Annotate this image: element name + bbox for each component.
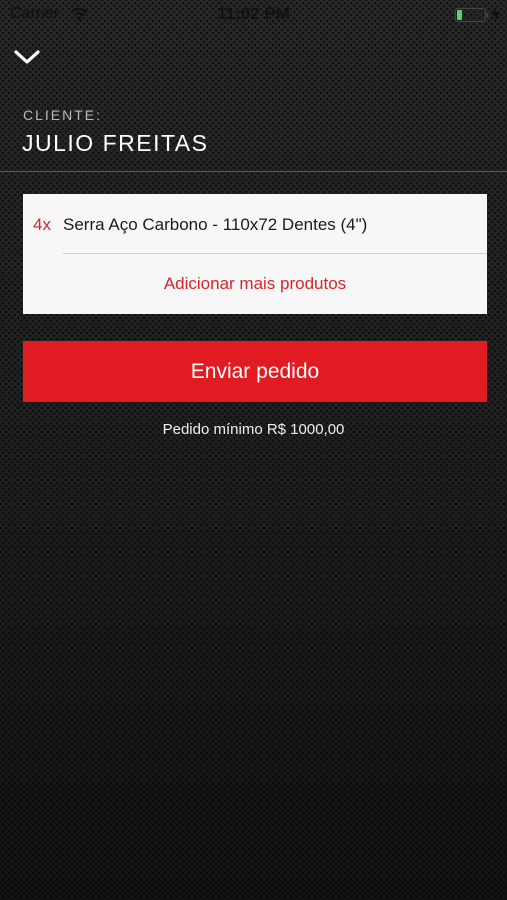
client-name: JULIO FREITAS — [22, 130, 209, 156]
item-name: Serra Aço Carbono - 110x72 Dentes (4") — [63, 215, 368, 234]
chevron-down-icon — [14, 50, 40, 64]
client-label: CLIENTE: — [23, 107, 103, 123]
battery-icon — [455, 8, 489, 22]
order-card: 4x Serra Aço Carbono - 110x72 Dentes (4"… — [23, 194, 487, 314]
close-button[interactable] — [13, 46, 41, 68]
header-divider — [0, 171, 507, 172]
minimum-order-text: Pedido mínimo R$ 1000,00 — [162, 421, 345, 438]
send-order-button[interactable]: Enviar pedido — [23, 341, 487, 402]
status-time: 11:02 PM — [217, 4, 290, 23]
order-item[interactable]: 4x Serra Aço Carbono - 110x72 Dentes (4"… — [23, 194, 487, 254]
item-quantity: 4x — [33, 215, 51, 234]
charging-icon — [492, 6, 500, 22]
add-more-products-button[interactable]: Adicionar mais produtos — [23, 254, 487, 314]
status-bar: Carrier 11:02 PM — [0, 0, 507, 30]
